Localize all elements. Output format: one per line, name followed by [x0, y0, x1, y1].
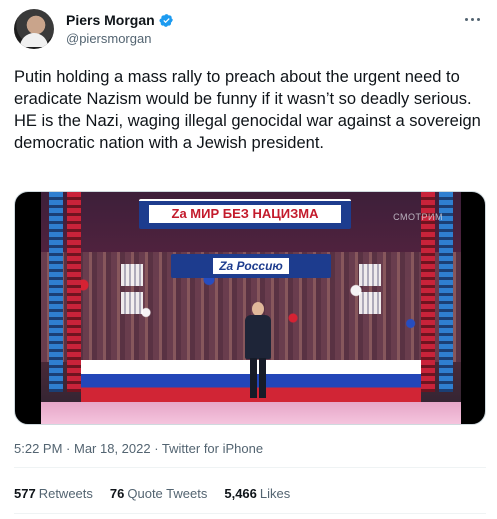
retweets-count: 577 [14, 486, 36, 501]
retweets-label: Retweets [38, 486, 93, 501]
tweet-timestamp-row: 5:22 PM · Mar 18, 2022 · Twitter for iPh… [14, 441, 263, 456]
speaker-figure [243, 302, 273, 398]
quote-tweets-stat[interactable]: 76 Quote Tweets [110, 486, 207, 501]
verified-badge-icon [159, 13, 173, 27]
meta-separator: · [62, 441, 74, 456]
avatar[interactable] [14, 9, 54, 49]
author-display-name[interactable]: Piers Morgan [66, 12, 155, 28]
more-horizontal-icon[interactable] [461, 12, 483, 26]
divider [14, 467, 486, 468]
banner-for-russia-text: Zа Россию [213, 258, 289, 274]
tweet-time: 5:22 PM [14, 441, 63, 456]
tweet-text: Putin holding a mass rally to preach abo… [14, 68, 481, 152]
tweet-card: Piers Morgan @piersmorgan Putin holding … [0, 0, 497, 519]
tweet-source-link[interactable]: Twitter for iPhone [162, 441, 263, 456]
stage-light [359, 264, 381, 286]
likes-stat[interactable]: 5,466 Likes [224, 486, 290, 501]
light-tower-right [439, 192, 453, 392]
light-tower-left [49, 192, 63, 392]
likes-count: 5,466 [224, 486, 257, 501]
tweet-date: Mar 18, 2022 [73, 441, 151, 456]
stage-light [121, 292, 143, 314]
tweet-stats: 577 Retweets 76 Quote Tweets 5,466 Likes [14, 486, 290, 501]
divider [14, 513, 486, 514]
likes-label: Likes [259, 486, 291, 501]
banner-no-nazism: Zа МИР БЕЗ НАЦИЗМА [139, 199, 351, 229]
tweet-media-image[interactable]: Zа МИР БЕЗ НАЦИЗМА Zа Россию СМОТРИМ [14, 191, 486, 425]
banner-no-nazism-text: Zа МИР БЕЗ НАЦИЗМА [149, 205, 341, 223]
tweet-time-link[interactable]: 5:22 PM · Mar 18, 2022 [14, 441, 151, 456]
rally-photo: Zа МИР БЕЗ НАЦИЗМА Zа Россию СМОТРИМ [41, 192, 461, 424]
broadcast-watermark: СМОТРИМ [393, 212, 443, 222]
light-tower-right-red [421, 192, 435, 392]
retweets-stat[interactable]: 577 Retweets [14, 486, 93, 501]
quote-tweets-count: 76 [109, 486, 125, 501]
stage-floor [41, 402, 461, 424]
stage-light [121, 264, 143, 286]
light-tower-left-red [67, 192, 81, 392]
banner-for-russia: Zа Россию [171, 254, 331, 278]
quote-tweets-label: Quote Tweets [127, 486, 208, 501]
stage-light [359, 292, 381, 314]
author-handle[interactable]: @piersmorgan [66, 31, 151, 46]
meta-separator: · [150, 441, 162, 456]
author-name-row: Piers Morgan [66, 12, 174, 28]
